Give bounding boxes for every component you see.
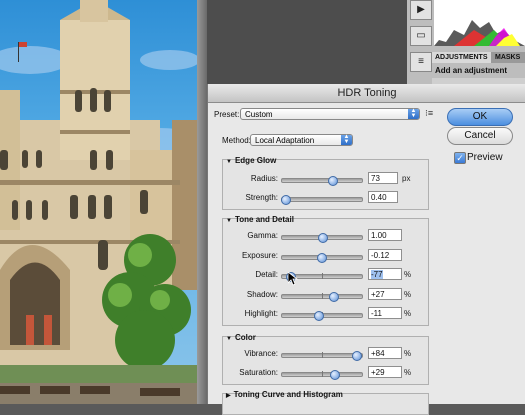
play-icon[interactable]: ▶ <box>410 0 432 20</box>
disclosure-triangle-icon: ▼ <box>226 159 232 165</box>
preview-label: Preview <box>467 152 503 163</box>
tone-detail-header[interactable]: ▼ Tone and Detail <box>226 215 294 224</box>
gamma-label: Gamma: <box>247 231 278 240</box>
method-value: Local Adaptation <box>255 136 315 145</box>
preview-checkbox[interactable]: ✓ <box>454 152 466 164</box>
exposure-field[interactable]: -0.12 <box>368 249 402 261</box>
hdr-toning-dialog: HDR Toning Preset: Custom ▲ ▼ ⁝≡ OK Cance… <box>207 84 525 415</box>
radius-slider-thumb[interactable] <box>327 176 338 186</box>
gamma-slider[interactable] <box>281 233 363 243</box>
slider-center-tick <box>322 293 323 299</box>
strength-label: Strength: <box>245 193 278 202</box>
radius-slider[interactable] <box>281 176 363 186</box>
slider-center-tick <box>322 352 323 358</box>
detail-field[interactable]: -77 <box>368 268 402 280</box>
slider-center-tick <box>322 371 323 377</box>
shadow-slider[interactable] <box>281 292 363 302</box>
edge-glow-title: Edge Glow <box>234 156 277 165</box>
layers-icon[interactable]: ≡ <box>410 52 432 72</box>
gamma-slider-thumb[interactable] <box>318 233 328 243</box>
vibrance-slider[interactable] <box>281 351 363 361</box>
ok-button[interactable]: OK <box>447 108 513 126</box>
saturation-slider[interactable] <box>281 370 363 380</box>
detail-unit: % <box>404 270 412 279</box>
dialog-title: HDR Toning <box>208 84 525 103</box>
radius-field[interactable]: 73 <box>368 172 398 184</box>
chevron-updown-icon: ▲ ▼ <box>408 108 419 119</box>
saturation-slider-thumb[interactable] <box>330 370 340 380</box>
preset-options-icon[interactable]: ⁝≡ <box>425 108 433 119</box>
highlight-label: Highlight: <box>244 309 278 318</box>
preset-label: Preset: <box>214 110 240 119</box>
radius-label: Radius: <box>250 174 278 183</box>
tab-masks[interactable]: MASKS <box>492 52 523 63</box>
toning-curve-title: Toning Curve and Histogram <box>233 390 343 399</box>
method-select[interactable]: Local Adaptation ▲ ▼ <box>250 134 353 146</box>
edge-glow-header[interactable]: ▼ Edge Glow <box>226 156 276 165</box>
saturation-unit: % <box>404 368 412 377</box>
disclosure-triangle-icon: ▼ <box>226 336 232 342</box>
saturation-label: Saturation: <box>239 368 278 377</box>
toning-curve-header[interactable]: ▶ Toning Curve and Histogram <box>226 390 343 399</box>
vibrance-field[interactable]: +84 <box>368 347 402 359</box>
saturation-field[interactable]: +29 <box>368 366 402 378</box>
strength-slider[interactable] <box>281 195 363 205</box>
gamma-field[interactable]: 1.00 <box>368 229 402 241</box>
mouse-cursor-icon <box>288 272 298 286</box>
highlight-unit: % <box>404 309 412 318</box>
exposure-label: Exposure: <box>241 251 278 260</box>
cancel-button[interactable]: Cancel <box>447 127 513 145</box>
shadow-label: Shadow: <box>246 290 278 299</box>
detail-value: -77 <box>371 270 383 279</box>
preset-value: Custom <box>245 110 273 119</box>
color-header[interactable]: ▼ Color <box>226 333 256 342</box>
disclosure-triangle-icon: ▼ <box>226 218 232 224</box>
shadow-field[interactable]: +27 <box>368 288 402 300</box>
window-divider <box>197 0 207 404</box>
preset-select[interactable]: Custom ▲ ▼ <box>240 108 420 120</box>
histogram-panel <box>434 0 525 46</box>
add-adjustment-label: Add an adjustment <box>435 66 508 75</box>
disclosure-triangle-icon: ▶ <box>226 393 231 399</box>
exposure-slider[interactable] <box>281 253 363 263</box>
shadow-unit: % <box>404 290 412 299</box>
vibrance-label: Vibrance: <box>244 349 278 358</box>
detail-label: Detail: <box>255 270 278 279</box>
tab-adjustments[interactable]: ADJUSTMENTS <box>432 52 491 63</box>
chevron-updown-icon: ▲ ▼ <box>341 134 352 145</box>
highlight-slider[interactable] <box>281 311 363 321</box>
tone-detail-title: Tone and Detail <box>234 215 294 224</box>
highlight-field[interactable]: -11 <box>368 307 402 319</box>
highlight-slider-thumb[interactable] <box>314 311 324 321</box>
vibrance-unit: % <box>404 349 412 358</box>
panel-tabs: ADJUSTMENTS MASKS <box>432 52 525 63</box>
background-photo <box>0 0 197 404</box>
method-label: Method: <box>222 136 251 145</box>
radius-unit: px <box>402 174 411 183</box>
workspace-background <box>207 0 407 84</box>
slider-center-tick <box>322 273 323 279</box>
strength-field[interactable]: 0.40 <box>368 191 398 203</box>
doc-icon[interactable]: ▭ <box>410 26 432 46</box>
color-title: Color <box>234 333 256 342</box>
vibrance-slider-thumb[interactable] <box>351 351 362 361</box>
